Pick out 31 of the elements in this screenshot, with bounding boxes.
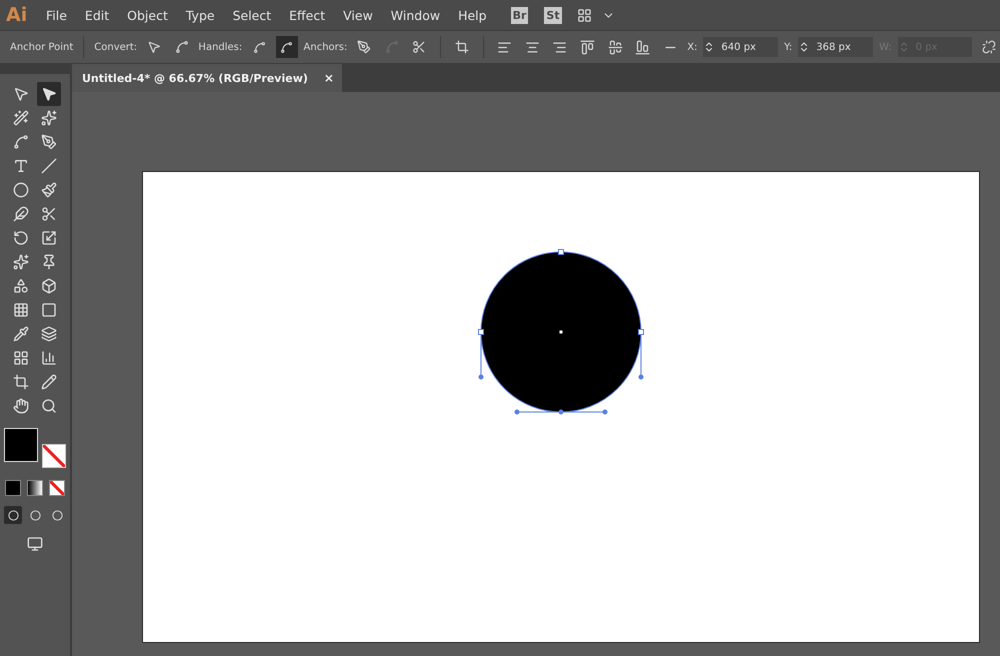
number-field[interactable]: 368 px bbox=[798, 37, 873, 57]
selected-circle-drawing[interactable] bbox=[478, 249, 644, 414]
app-launch-button[interactable]: Br bbox=[510, 6, 528, 24]
menu-item[interactable]: File bbox=[38, 8, 75, 22]
close-icon[interactable]: × bbox=[324, 71, 334, 85]
app-logo: Ai bbox=[6, 4, 28, 26]
none-swatch[interactable] bbox=[49, 480, 65, 496]
menu-item[interactable]: Edit bbox=[76, 8, 118, 22]
menu-item[interactable]: Window bbox=[382, 8, 448, 22]
stroke-none-swatch[interactable] bbox=[42, 444, 66, 468]
arrow-pointer-icon[interactable] bbox=[37, 82, 61, 106]
menu-item[interactable]: View bbox=[335, 8, 381, 22]
menu-item[interactable]: Object bbox=[119, 8, 176, 22]
gradient-swatch[interactable] bbox=[27, 480, 43, 496]
field-label: X: bbox=[687, 42, 698, 52]
anchors-label: Anchors: bbox=[304, 42, 348, 52]
menu-item[interactable]: Help bbox=[450, 8, 495, 22]
document-tab[interactable]: Untitled-4* @ 66.67% (RGB/Preview) × bbox=[72, 64, 342, 92]
menu-item[interactable]: Effect bbox=[281, 8, 334, 22]
field-label: Y: bbox=[784, 42, 792, 52]
app-launch-button[interactable]: St bbox=[544, 6, 562, 24]
menu-item[interactable]: Select bbox=[224, 8, 280, 22]
draw-mode-icon[interactable] bbox=[4, 506, 22, 524]
handle-toggle-icon[interactable] bbox=[276, 36, 298, 58]
tool-name: Anchor Point bbox=[10, 42, 74, 52]
number-field[interactable]: 640 px bbox=[703, 37, 778, 57]
handles-label: Handles: bbox=[198, 42, 242, 52]
convert-label: Convert: bbox=[94, 42, 138, 52]
menu-item[interactable]: Type bbox=[178, 8, 223, 22]
fill-swatch[interactable] bbox=[4, 428, 38, 462]
color-swatch[interactable] bbox=[5, 480, 21, 496]
